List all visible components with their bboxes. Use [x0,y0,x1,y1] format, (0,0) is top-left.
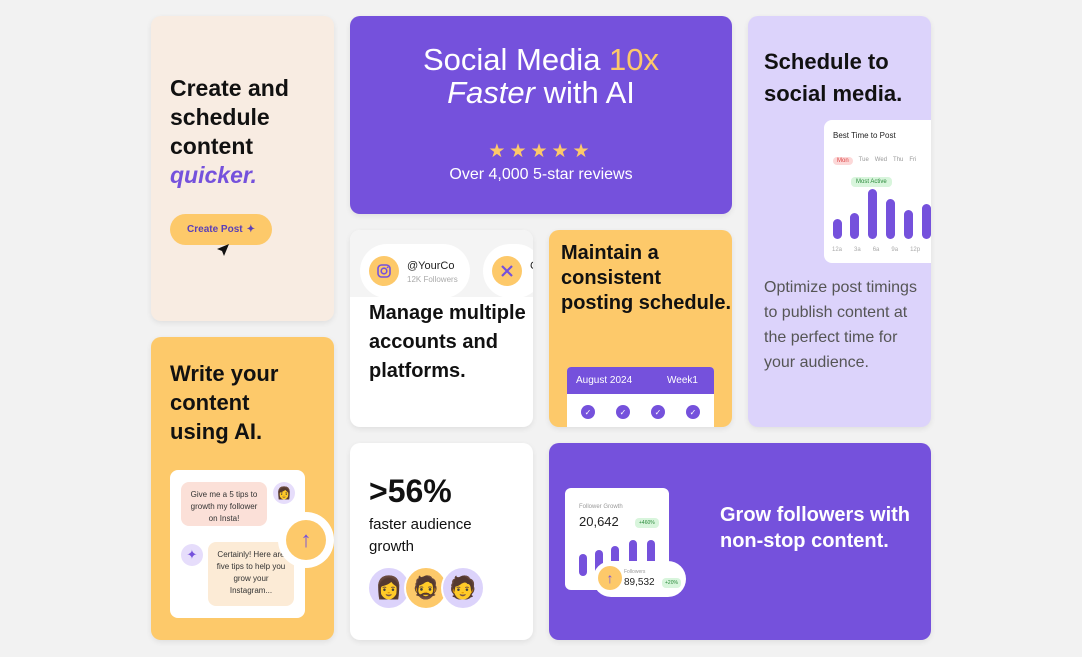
hero-card: Social Media 10x Faster with AI ★★★★★ Ov… [350,16,732,214]
grow-title: Grow followers with non-stop content. [720,504,911,552]
manage-title: Manage multiple accounts and platforms. [369,302,526,382]
calendar-header: August 2024 Week1 [567,367,714,394]
followers-badge: +20% [662,578,681,588]
user-message: Give me a 5 tips to growth my follower o… [181,482,267,526]
followers-label: Followers [624,569,646,575]
maintain-schedule-card: Maintain a consistent posting schedule. … [549,230,732,427]
chart-bar [579,554,587,576]
hero-title-pre: Social Media [422,42,610,77]
account-followers: 12K Followers [407,275,458,284]
hero-title-post: with AI [534,75,635,110]
calendar-week: Week1 [667,375,698,386]
chart-bar [922,204,931,239]
day-wed[interactable]: Wed [875,157,887,165]
time-label: 3a [854,247,861,253]
stat-value: >56% [369,473,452,509]
day-fri[interactable]: Fri [909,157,916,165]
chart-bar [850,213,859,239]
stat-subtitle: faster audience growth [369,516,472,555]
create-title-line1: Create and [170,75,289,101]
check-icon: ✓ [581,405,595,419]
create-title-accent: quicker. [170,162,257,188]
create-title-line2: schedule [170,104,270,130]
write-ai-card: Write your content using AI. Give me a 5… [151,337,334,640]
schedule-description: Optimize post timings to publish content… [764,279,917,371]
arrow-up-icon: ↑ [286,520,326,560]
reviews-text: Over 4,000 5-star reviews [449,166,633,183]
create-card-title: Create and schedule content quicker. [170,74,289,190]
most-active-badge: Most Active [851,177,892,187]
arrow-up-icon: ↑ [598,566,622,590]
calendar-checks: ✓ ✓ ✓ ✓ [567,394,714,419]
hero-title: Social Media 10x Faster with AI [350,43,732,109]
grow-followers-card: Follower Growth 20,642 +460% ↑ Followers… [549,443,931,640]
account-chip-instagram[interactable]: @YourCo 12K Followers [360,244,470,298]
ai-sparkle-icon: ✦ [181,544,203,566]
chart-bar [904,210,913,239]
best-time-chart-title: Best Time to Post [833,131,896,140]
day-thu[interactable]: Thu [893,157,903,165]
chart-bar [868,189,877,239]
followers-pill: ↑ Followers 89,532 +20% [593,561,686,597]
instagram-icon [369,256,399,286]
user-avatar: 👩 [273,482,295,504]
account-chip-x[interactable]: C [483,244,533,298]
hero-title-accent: 10x [609,42,660,77]
check-icon: ✓ [651,405,665,419]
create-post-label: Create Post [187,224,243,235]
avatar-group: 👩 🧔 🧑 [367,566,485,610]
rating-stars-icon: ★★★★★ [488,141,594,162]
cursor-icon [217,244,229,256]
write-title: Write your content using AI. [170,361,279,444]
day-tue[interactable]: Tue [859,157,869,165]
maintain-title: Maintain a consistent posting schedule. [561,242,732,314]
follower-growth-label: Follower Growth [579,504,623,510]
best-time-chart: Best Time to Post Mon Tue Wed Thu Fri Mo… [824,120,931,263]
follower-growth-badge: +460% [635,518,659,528]
chart-bar [833,219,842,239]
hero-title-italic: Faster [447,75,535,110]
check-icon: ✓ [616,405,630,419]
chart-bar [886,199,895,239]
check-icon: ✓ [686,405,700,419]
sparkle-icon: ✦ [246,224,255,235]
day-mon[interactable]: Mon [833,157,853,165]
followers-value: 89,532 [624,577,655,588]
time-label: 6a [872,247,880,253]
avatar: 🧑 [441,566,485,610]
accounts-strip: @YourCo 12K Followers C [350,230,533,298]
day-tabs: Mon Tue Wed Thu Fri [833,157,916,165]
create-post-button[interactable]: Create Post ✦ [170,214,272,245]
growth-stat-card: >56% faster audience growth 👩 🧔 🧑 [350,443,533,640]
chat-preview: Give me a 5 tips to growth my follower o… [170,470,334,618]
calendar-widget: August 2024 Week1 ✓ ✓ ✓ ✓ [567,367,714,427]
time-label: 9a [891,247,899,253]
x-icon [492,256,522,286]
time-axis: 12a 3a 6a 9a 12p 3p [832,247,931,253]
send-button[interactable]: ↑ [278,512,334,568]
calendar-month: August 2024 [576,375,633,386]
create-content-card: Create and schedule content quicker. Cre… [151,16,334,321]
account-name: C [530,260,533,272]
schedule-card: Schedule to social media. Best Time to P… [748,16,931,427]
time-label: 12a [832,247,843,253]
schedule-title: Schedule to social media. [764,46,902,110]
account-name: @YourCo [407,260,455,272]
schedule-title-line2: social media. [764,81,903,106]
schedule-title-line1: Schedule to [764,49,889,74]
follower-growth-value: 20,642 [579,514,619,529]
manage-accounts-card: @YourCo 12K Followers C Manage multiple … [350,230,533,427]
time-label: 12p [910,247,921,253]
create-title-line3: content [170,133,254,159]
